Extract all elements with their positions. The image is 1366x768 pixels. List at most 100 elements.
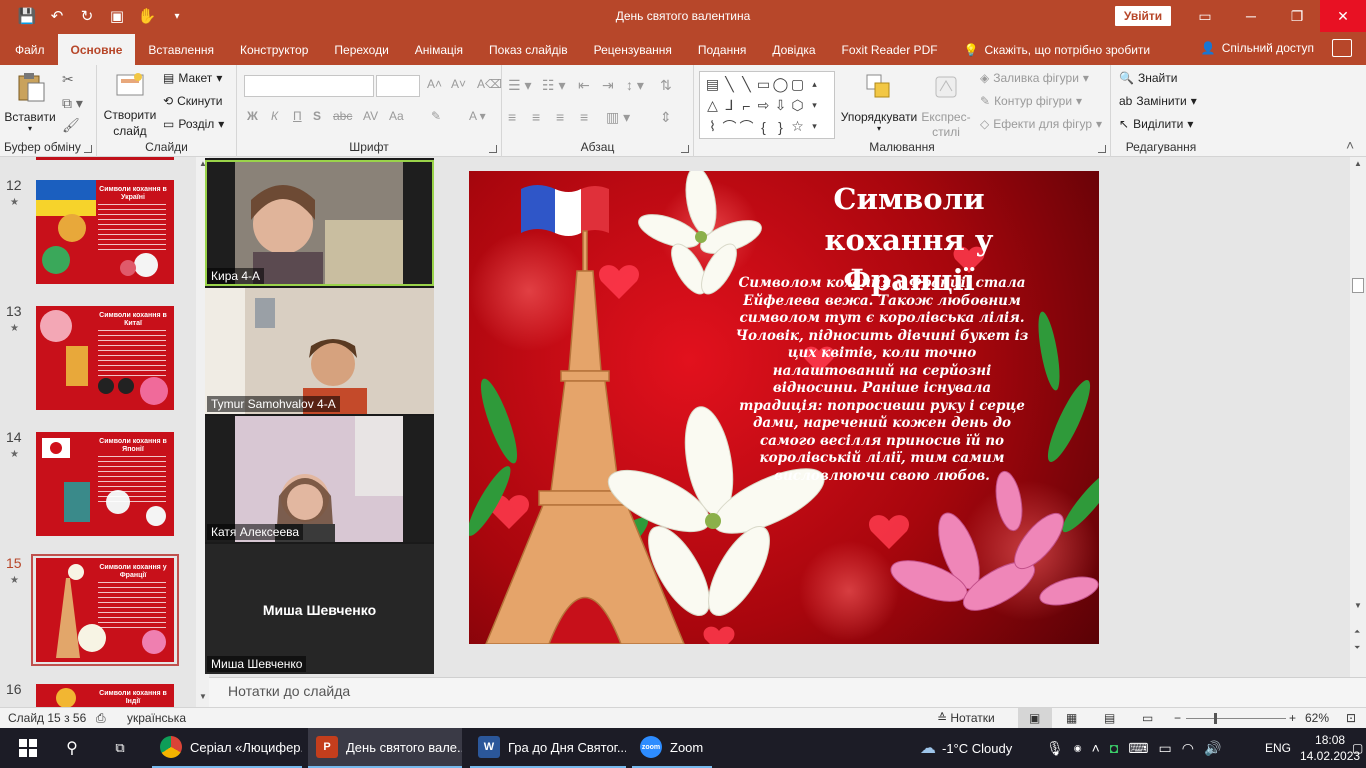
increase-indent-icon[interactable]: ⇥	[602, 77, 614, 94]
chevron-up-icon[interactable]: ˄	[1092, 740, 1100, 756]
customize-toolbar-icon[interactable]: ▾	[164, 4, 190, 28]
curve-shape-icon[interactable]: ⌒	[721, 116, 738, 137]
main-slide[interactable]: Символи кохання у Франції Символом кохан…	[469, 171, 1099, 644]
decrease-font-icon[interactable]: A˅	[451, 77, 466, 91]
slide-thumbnail-12[interactable]: Символи кохання в Україні	[36, 180, 174, 284]
change-case-button[interactable]: Aa	[389, 109, 404, 123]
slide-thumbnail-15[interactable]: Символи кохання у Франції	[36, 558, 174, 662]
format-painter-icon[interactable]: 🖌	[62, 117, 80, 134]
spellcheck-icon[interactable]: ⎙	[96, 711, 106, 726]
zoom-in-icon[interactable]: +	[1289, 711, 1296, 725]
touch-mode-icon[interactable]: ✋	[134, 4, 160, 28]
arrange-button[interactable]: Упорядкувати ▾	[840, 71, 918, 133]
sign-in-button[interactable]: Увійти	[1115, 6, 1171, 26]
normal-view-icon[interactable]: ▣	[1029, 711, 1040, 725]
bullets-icon[interactable]: ☰ ▾	[508, 77, 531, 94]
scroll-up-icon[interactable]: ▲	[1354, 159, 1362, 168]
highlight-icon[interactable]: ✎	[431, 109, 441, 123]
drawing-launcher-icon[interactable]	[1098, 145, 1106, 153]
hexagon-shape-icon[interactable]: ⬡	[789, 95, 806, 116]
paragraph-launcher-icon[interactable]	[681, 145, 689, 153]
select-button[interactable]: ↖ Виділити ▾	[1119, 117, 1193, 131]
participant-tile[interactable]: Кира 4-А	[205, 160, 434, 286]
shadow-button[interactable]: S	[313, 109, 321, 123]
network-icon[interactable]: ⌨	[1128, 740, 1148, 757]
reading-view-icon[interactable]: ▤	[1104, 711, 1115, 725]
font-color-icon[interactable]: A ▾	[469, 109, 486, 123]
scroll-down-icon[interactable]: ▼	[1354, 601, 1362, 610]
line-spacing-icon[interactable]: ↕ ▾	[626, 77, 644, 94]
underline-button[interactable]: П	[293, 109, 302, 123]
redo-icon[interactable]: ↻	[74, 4, 100, 28]
justify-icon[interactable]: ≡	[580, 109, 588, 125]
slide-thumbnail-13[interactable]: Символи кохання в Китаї	[36, 306, 174, 410]
shape-fill-item[interactable]: ◈ Заливка фігури ▾	[980, 71, 1089, 85]
close-button[interactable]: ✕	[1320, 0, 1366, 32]
taskbar-word[interactable]: W Гра до Дня Святог...	[470, 728, 626, 768]
restore-button[interactable]: ❐	[1274, 0, 1320, 32]
tab-animations[interactable]: Анімація	[402, 35, 476, 65]
taskbar-chrome[interactable]: Серіал «Люцифер...	[152, 728, 302, 768]
align-center-icon[interactable]: ≡	[532, 109, 540, 125]
strikethrough-button[interactable]: abc	[333, 109, 352, 123]
freeform-shape-icon[interactable]: ⌇	[704, 116, 721, 137]
tab-view[interactable]: Подання	[685, 35, 759, 65]
tab-slideshow[interactable]: Показ слайдів	[476, 35, 581, 65]
star-shape-icon[interactable]: ☆	[789, 116, 806, 137]
slide-thumbnail-16[interactable]: Символи кохання в Індії	[36, 684, 174, 707]
more-shapes-icon[interactable]: ▴	[806, 74, 823, 95]
zoom-tray-icon[interactable]: ◉	[1074, 743, 1082, 754]
slide-thumbnail-14[interactable]: Символи кохання в Японії	[36, 432, 174, 536]
ribbon-display-options-icon[interactable]: ▭	[1182, 0, 1228, 32]
zoom-out-icon[interactable]: −	[1174, 711, 1181, 725]
slide-sorter-icon[interactable]: ▦	[1066, 711, 1077, 725]
task-view-icon[interactable]: ⧉	[100, 728, 140, 768]
rounded-rect-shape-icon[interactable]: ▢	[789, 74, 806, 95]
notes-pane[interactable]: Нотатки до слайда	[209, 677, 1366, 707]
replace-button[interactable]: ab Замінити ▾	[1119, 94, 1197, 108]
copy-icon[interactable]: ⧉ ▾	[62, 95, 83, 112]
shape-outline-item[interactable]: ✎ Контур фігури ▾	[980, 94, 1082, 108]
zoom-level[interactable]: 62%	[1305, 711, 1329, 725]
arrow-down-shape-icon[interactable]: ⇩	[772, 95, 789, 116]
line2-shape-icon[interactable]: ╲	[738, 74, 755, 95]
decrease-indent-icon[interactable]: ⇤	[578, 77, 590, 94]
previous-slide-icon[interactable]: ⏶	[1354, 627, 1360, 637]
scroll-down-icon[interactable]: ▼	[199, 692, 207, 701]
numbering-icon[interactable]: ☷ ▾	[542, 77, 565, 94]
slide-body-text[interactable]: Символом кохання у Франції стала Ейфелев…	[731, 275, 1033, 486]
taskbar-powerpoint[interactable]: P День святого вале...	[308, 728, 462, 768]
arrow-right-shape-icon[interactable]: ⇨	[755, 95, 772, 116]
italic-button[interactable]: К	[271, 109, 278, 123]
expand-shapes-icon[interactable]: ▾	[806, 116, 823, 137]
start-slideshow-icon[interactable]: ▣	[104, 4, 130, 28]
triangle-shape-icon[interactable]: △	[704, 95, 721, 116]
microphone-icon[interactable]: 🎙	[1046, 740, 1064, 757]
increase-font-icon[interactable]: A˄	[427, 77, 442, 91]
language-indicator[interactable]: українська	[127, 711, 186, 725]
cut-icon[interactable]: ✂	[62, 71, 74, 88]
search-icon[interactable]: ⚲	[52, 728, 92, 768]
columns-icon[interactable]: ▥ ▾	[606, 109, 630, 126]
start-button[interactable]	[8, 728, 48, 768]
participant-tile[interactable]: Tymur Samohvalov 4-А	[205, 288, 434, 414]
section-button[interactable]: ▭ Розділ ▾	[163, 117, 224, 131]
editor-scroll-thumb[interactable]	[1352, 278, 1364, 293]
quick-styles-button[interactable]: Експрес-стилі	[916, 71, 976, 140]
monitor-icon[interactable]: ▭	[1159, 740, 1172, 757]
paste-button[interactable]: Вставити ▾	[4, 71, 56, 133]
tab-help[interactable]: Довідка	[759, 35, 828, 65]
scroll-shapes-icon[interactable]: ▾	[806, 95, 823, 116]
weather-widget[interactable]: ☁ -1°C Cloudy	[920, 728, 1012, 768]
comments-icon[interactable]	[1332, 39, 1352, 57]
elbow-shape-icon[interactable]: ⌐	[738, 95, 755, 116]
tab-transitions[interactable]: Переходи	[321, 35, 401, 65]
font-launcher-icon[interactable]	[489, 145, 497, 153]
arc-shape-icon[interactable]: ⌒	[738, 116, 755, 137]
clear-formatting-icon[interactable]: A⌫	[477, 77, 502, 91]
zoom-slider[interactable]	[1186, 713, 1286, 724]
align-text-icon[interactable]: ⇕	[660, 109, 672, 126]
collapse-ribbon-icon[interactable]: ˄	[1346, 137, 1354, 153]
save-icon[interactable]: 💾	[14, 4, 40, 28]
minimize-button[interactable]: ─	[1228, 0, 1274, 32]
